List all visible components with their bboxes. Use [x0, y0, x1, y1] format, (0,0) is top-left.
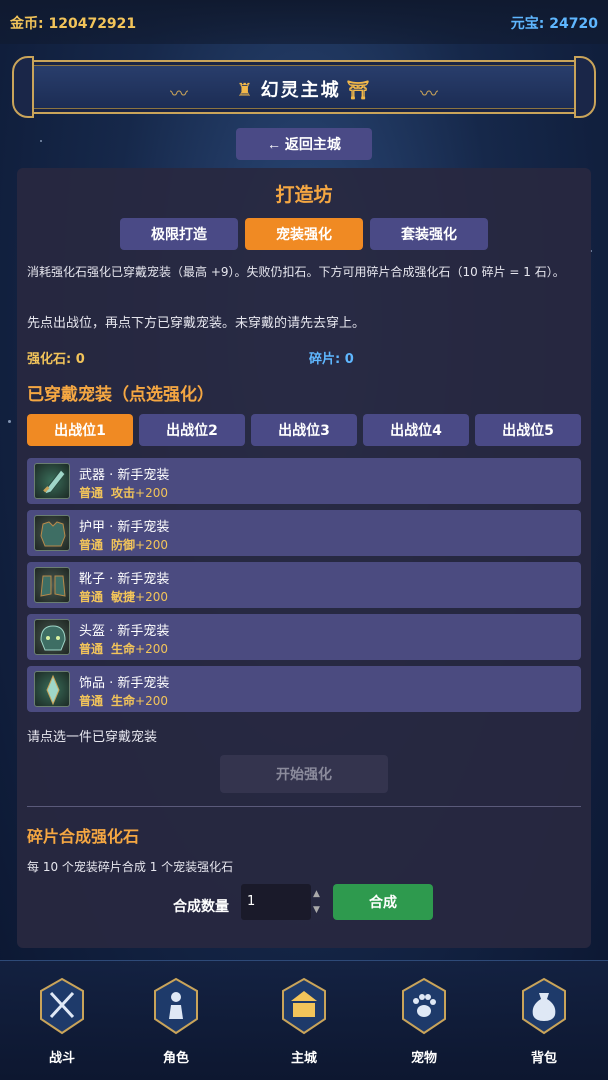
stone-count: 强化石: 0 — [27, 348, 85, 367]
equipment-name: 靴子 · 新手宠装 — [79, 572, 170, 587]
boots-icon — [34, 567, 70, 603]
gold-label: 金币: — [10, 16, 44, 32]
gold-value: 120472921 — [48, 16, 137, 32]
equipment-name: 武器 · 新手宠装 — [79, 468, 170, 483]
attribute-value: +200 — [135, 642, 168, 656]
instruction-text: 先点出战位，再点下方已穿戴宠装。未穿戴的请先去穿上。 — [27, 316, 366, 331]
equipment-item-weapon[interactable]: 武器 · 新手宠装 普通 攻击+200 — [27, 458, 581, 504]
equipped-section-title: 已穿戴宠装（点选强化） — [27, 385, 214, 405]
attribute-name: 防御 — [111, 538, 136, 552]
tab-extreme-forge[interactable]: 极限打造 — [120, 218, 238, 250]
armor-icon — [34, 515, 70, 551]
equipment-name: 饰品 · 新手宠装 — [79, 676, 170, 691]
synthesize-button[interactable]: 合成 — [333, 884, 433, 920]
attribute-value: +200 — [135, 590, 168, 604]
fragment-synth-title: 碎片合成强化石 — [27, 827, 140, 846]
banner-title: ♜ 幻灵主城 ⛩ — [20, 76, 588, 102]
palace-icon — [282, 977, 326, 1035]
helmet-icon — [34, 619, 70, 655]
selection-hint: 请点选一件已穿戴宠装 — [27, 730, 158, 745]
nav-pet[interactable]: 宠物 — [392, 977, 456, 1073]
fragment-value: 0 — [344, 352, 354, 367]
fragment-count: 碎片: 0 — [309, 348, 354, 367]
ornament-icon — [34, 671, 70, 707]
attribute-bonus: 生命+200 — [111, 640, 168, 657]
nav-label: 主城 — [290, 1051, 317, 1066]
nav-bag[interactable]: 背包 — [512, 977, 576, 1073]
nav-character[interactable]: 角色 — [144, 977, 208, 1073]
equipment-name: 护甲 · 新手宠装 — [79, 520, 170, 535]
attribute-bonus: 敏捷+200 — [111, 588, 168, 605]
yuanbao-balance: 元宝: 24720 — [511, 13, 598, 33]
start-enhance-button[interactable]: 开始强化 — [220, 755, 388, 793]
attribute-name: 敏捷 — [111, 590, 136, 604]
nav-battle[interactable]: 战斗 — [30, 977, 94, 1073]
star-decoration — [8, 420, 11, 423]
tab-set-enhance[interactable]: 套装强化 — [370, 218, 488, 250]
equipment-item-helmet[interactable]: 头盔 · 新手宠装 普通 生命+200 — [27, 614, 581, 660]
nav-label: 背包 — [530, 1051, 557, 1066]
quantity-input[interactable]: 1 — [241, 884, 311, 920]
yuanbao-value: 24720 — [549, 16, 598, 32]
attribute-bonus: 生命+200 — [111, 692, 168, 709]
dagger-icon — [34, 463, 70, 499]
paw-icon — [402, 977, 446, 1035]
stone-value: 0 — [75, 352, 85, 367]
rarity-label: 普通 — [79, 590, 104, 604]
workshop-panel: 打造坊 极限打造 宠装强化 套装强化 消耗强化石强化已穿戴宠装（最高 +9）。失… — [17, 168, 591, 948]
rarity-label: 普通 — [79, 538, 104, 552]
rarity-label: 普通 — [79, 694, 104, 708]
bag-icon — [522, 977, 566, 1035]
attribute-bonus: 攻击+200 — [111, 484, 168, 501]
attribute-name: 生命 — [111, 694, 136, 708]
slot-3-button[interactable]: 出战位3 — [251, 414, 357, 446]
top-bar: 金币: 120472921 元宝: 24720 — [0, 0, 608, 44]
character-icon — [154, 977, 198, 1035]
section-divider — [27, 806, 581, 807]
bottom-navigation: 战斗 角色 主城 宠物 背包 — [0, 960, 608, 1080]
nav-label: 角色 — [162, 1051, 189, 1066]
banner-title-text: 幻灵主城 — [260, 80, 341, 101]
attribute-value: +200 — [135, 694, 168, 708]
attribute-bonus: 防御+200 — [111, 536, 168, 553]
fragment-label: 碎片: — [309, 352, 341, 367]
slot-5-button[interactable]: 出战位5 — [475, 414, 581, 446]
fragment-synth-description: 每 10 个宠装碎片合成 1 个宠装强化石 — [27, 860, 234, 874]
rarity-label: 普通 — [79, 642, 104, 656]
equipment-item-boots[interactable]: 靴子 · 新手宠装 普通 敏捷+200 — [27, 562, 581, 608]
attribute-name: 攻击 — [111, 486, 136, 500]
equipment-item-ornament[interactable]: 饰品 · 新手宠装 普通 生命+200 — [27, 666, 581, 712]
star-decoration — [40, 140, 42, 142]
rarity-label: 普通 — [79, 486, 104, 500]
nav-label: 战斗 — [48, 1051, 75, 1066]
quantity-stepper[interactable]: ▲ ▼ — [313, 886, 320, 918]
crossed-swords-icon — [40, 977, 84, 1035]
enhance-description: 消耗强化石强化已穿戴宠装（最高 +9）。失败仍扣石。下方可用碎片合成强化石（10… — [27, 265, 565, 279]
yuanbao-label: 元宝: — [510, 16, 545, 32]
nav-label: 宠物 — [410, 1051, 437, 1066]
equipment-item-armor[interactable]: 护甲 · 新手宠装 普通 防御+200 — [27, 510, 581, 556]
back-to-city-button[interactable]: ← 返回主城 — [236, 128, 372, 160]
gold-balance: 金币: 120472921 — [10, 13, 136, 33]
panel-title: 打造坊 — [275, 184, 333, 206]
nav-main-city[interactable]: 主城 — [272, 977, 336, 1073]
slot-1-button[interactable]: 出战位1 — [27, 414, 133, 446]
equipment-name: 头盔 · 新手宠装 — [79, 624, 170, 639]
city-banner: 〰 〰 ♜ 幻灵主城 ⛩ — [12, 56, 596, 118]
slot-4-button[interactable]: 出战位4 — [363, 414, 469, 446]
castle-icon: ♜ — [236, 80, 255, 101]
stone-label: 强化石: — [27, 352, 72, 367]
attribute-name: 生命 — [111, 642, 136, 656]
attribute-value: +200 — [135, 486, 168, 500]
slot-2-button[interactable]: 出战位2 — [139, 414, 245, 446]
tab-pet-gear-enhance[interactable]: 宠装强化 — [245, 218, 363, 250]
attribute-value: +200 — [135, 538, 168, 552]
quantity-label: 合成数量 — [173, 899, 229, 915]
pagoda-icon: ⛩ — [346, 80, 372, 101]
